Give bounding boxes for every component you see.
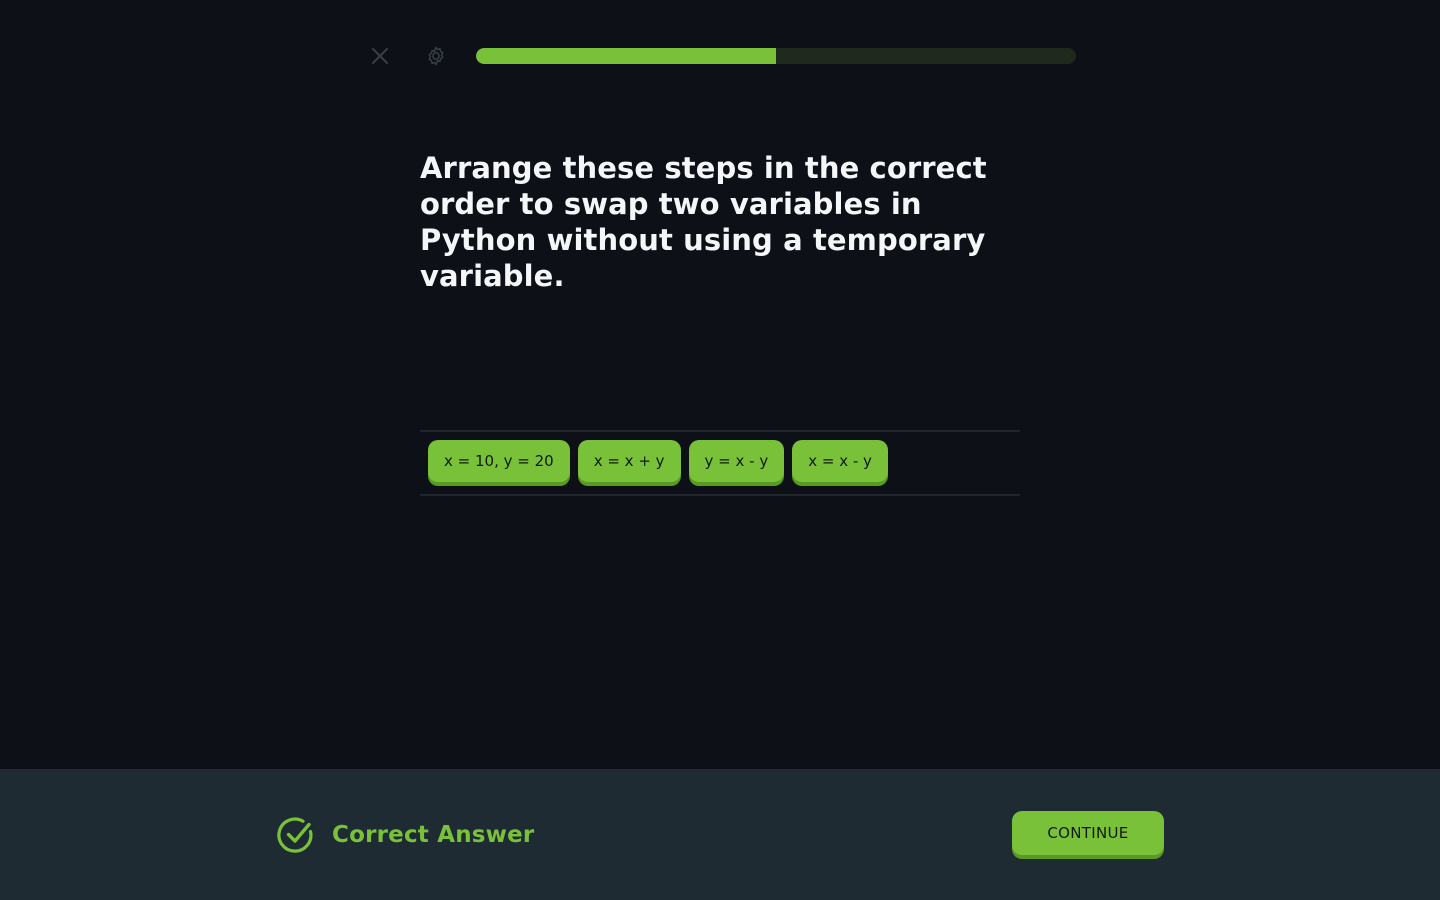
continue-button[interactable]: CONTINUE	[1012, 811, 1164, 855]
gear-icon	[428, 46, 444, 66]
close-button[interactable]	[364, 40, 396, 72]
answer-chip[interactable]: x = x + y	[577, 440, 681, 482]
answer-chip[interactable]: x = x - y	[792, 440, 888, 482]
lesson-progress-fill	[476, 48, 776, 64]
lesson-progress-bar	[476, 48, 1076, 64]
top-bar	[0, 0, 1440, 112]
check-circle-icon	[277, 817, 313, 853]
answer-chip[interactable]: y = x - y	[688, 440, 785, 482]
question-text: Arrange these steps in the correct order…	[420, 151, 987, 293]
settings-button[interactable]	[420, 40, 452, 72]
answer-drop-zone[interactable]: x = 10, y = 20 x = x + y y = x - y x = x…	[420, 430, 1020, 496]
answer-chip[interactable]: x = 10, y = 20	[428, 440, 570, 482]
close-icon	[372, 48, 388, 64]
feedback-footer: Correct Answer CONTINUE	[0, 769, 1440, 900]
feedback-status: Correct Answer	[276, 815, 534, 855]
feedback-text: Correct Answer	[332, 822, 535, 848]
lesson-page: Arrange these steps in the correct order…	[0, 0, 1440, 900]
answer-chips: x = 10, y = 20 x = x + y y = x - y x = x…	[428, 440, 888, 482]
